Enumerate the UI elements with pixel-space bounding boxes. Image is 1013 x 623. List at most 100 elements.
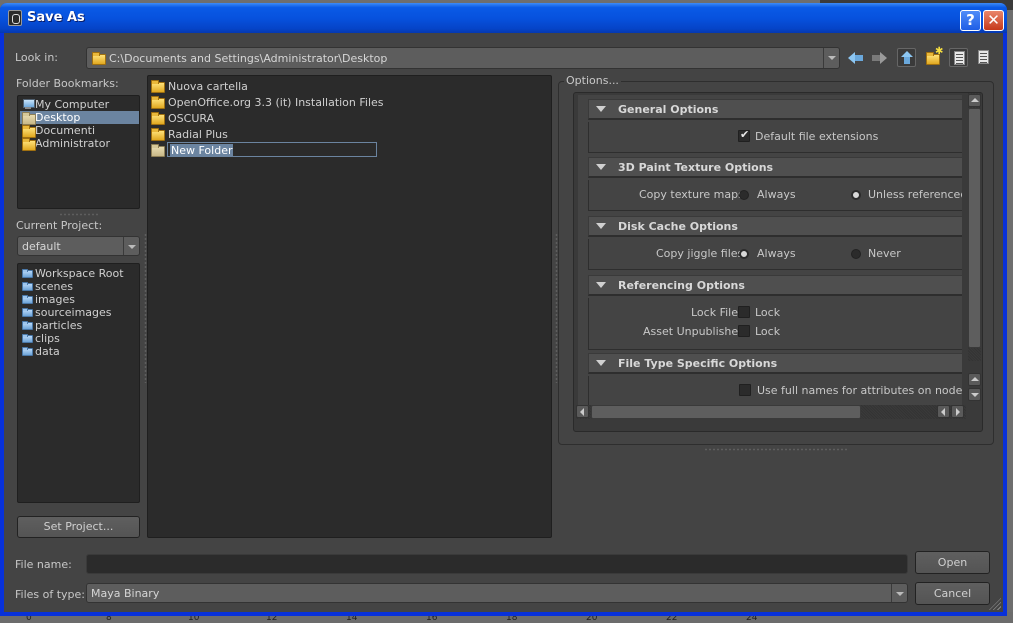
bookmark-item[interactable]: Desktop — [20, 111, 139, 125]
scroll-left-icon[interactable] — [937, 405, 950, 418]
folder-icon — [22, 138, 36, 151]
asset-unpublished-checkbox[interactable] — [738, 325, 750, 337]
bookmark-item[interactable]: Administrator — [20, 137, 137, 151]
options-scroll-area: General Options Default file extensions … — [573, 92, 983, 432]
bookmarks-list[interactable]: My Computer Desktop Documenti Administra… — [17, 95, 140, 209]
project-folder-item[interactable]: images — [20, 293, 75, 306]
copy-jiggle-never-radio[interactable] — [851, 249, 861, 259]
collapse-triangle-icon[interactable] — [596, 106, 606, 112]
folder-icon — [151, 96, 165, 109]
default-extensions-checkbox[interactable] — [738, 128, 750, 142]
disk-cache-body: Copy jiggle files: Always Never — [588, 239, 962, 270]
project-folder-item[interactable]: scenes — [20, 280, 73, 293]
scroll-down-icon[interactable] — [968, 388, 981, 401]
file-item[interactable]: OpenOffice.org 3.3 (it) Installation Fil… — [151, 95, 384, 110]
splitter-handle[interactable] — [59, 213, 99, 216]
title-bar[interactable]: Save As ? ✕ — [0, 3, 1007, 33]
project-dropdown[interactable]: default — [17, 236, 140, 256]
scrollbar-thumb[interactable] — [591, 405, 861, 419]
copy-texture-always-radio[interactable] — [739, 190, 749, 200]
open-button[interactable]: Open — [915, 551, 990, 574]
default-extensions-label: Default file extensions — [755, 130, 879, 143]
collapse-triangle-icon[interactable] — [596, 164, 606, 170]
folder-icon — [151, 80, 165, 93]
rename-field[interactable]: New Folder — [167, 142, 377, 157]
folder-bookmarks-label: Folder Bookmarks: — [16, 77, 119, 90]
options-content: General Options Default file extensions … — [578, 95, 962, 417]
scrollbar-thumb[interactable] — [968, 108, 981, 348]
new-folder-icon[interactable]: ✱ — [926, 47, 944, 68]
bookmark-item[interactable]: Documenti — [20, 124, 137, 138]
files-of-type-value: Maya Binary — [91, 587, 160, 600]
look-in-label: Look in: — [15, 51, 58, 64]
project-value: default — [22, 240, 61, 253]
files-of-type-dropdown[interactable]: Maya Binary — [86, 583, 908, 603]
project-folder-item[interactable]: Workspace Root — [20, 267, 124, 280]
file-item[interactable]: Radial Plus — [151, 127, 228, 142]
splitter-handle[interactable] — [704, 448, 849, 451]
collapse-triangle-icon[interactable] — [596, 223, 606, 229]
back-arrow-icon[interactable] — [848, 50, 866, 66]
file-name-input[interactable] — [86, 554, 908, 574]
section-3d-paint-texture-options[interactable]: 3D Paint Texture Options — [588, 157, 962, 178]
folder-icon — [22, 321, 33, 330]
look-in-dropdown[interactable]: C:\Documents and Settings\Administrator\… — [86, 47, 840, 69]
chevron-down-icon[interactable] — [891, 584, 907, 602]
always-label: Always — [757, 247, 796, 260]
section-referencing-options[interactable]: Referencing Options — [588, 275, 962, 296]
scroll-up-icon[interactable] — [968, 94, 981, 107]
copy-texture-unless-referenced-radio[interactable] — [851, 190, 861, 200]
folder-icon — [22, 295, 33, 304]
up-folder-icon[interactable] — [897, 48, 916, 67]
chevron-down-icon[interactable] — [123, 237, 139, 255]
section-disk-cache-options[interactable]: Disk Cache Options — [588, 216, 962, 237]
options-vertical-scrollbar[interactable] — [968, 93, 981, 361]
close-button[interactable]: ✕ — [983, 10, 1004, 31]
scroll-up-icon[interactable] — [968, 373, 981, 386]
project-folder-item[interactable]: sourceimages — [20, 306, 112, 319]
collapse-triangle-icon[interactable] — [596, 282, 606, 288]
cancel-button[interactable]: Cancel — [915, 582, 990, 605]
look-in-path: C:\Documents and Settings\Administrator\… — [109, 52, 388, 65]
copy-texture-maps-label: Copy texture maps: — [639, 188, 748, 201]
forward-arrow-icon[interactable] — [872, 50, 890, 66]
section-file-type-specific-options[interactable]: File Type Specific Options — [588, 353, 962, 374]
project-folder-list[interactable]: Workspace Root scenes images sourceimage… — [17, 263, 140, 503]
lock-file-checkbox[interactable] — [738, 306, 750, 318]
dialog-body: Look in: C:\Documents and Settings\Admin… — [4, 33, 1003, 612]
files-of-type-label: Files of type: — [15, 588, 86, 601]
sparkle-icon: ✱ — [935, 46, 944, 57]
resize-grip-icon[interactable] — [989, 598, 1001, 610]
project-folder-item[interactable]: data — [20, 345, 60, 358]
current-project-label: Current Project: — [16, 219, 103, 232]
bookmark-item[interactable]: My Computer — [20, 98, 137, 111]
scroll-left-icon[interactable] — [576, 405, 589, 418]
scroll-right-icon[interactable] — [951, 405, 964, 418]
folder-icon — [92, 52, 106, 65]
detail-view-icon[interactable] — [974, 48, 993, 67]
always-label: Always — [757, 188, 796, 201]
folder-icon — [22, 269, 33, 278]
collapse-triangle-icon[interactable] — [596, 360, 606, 366]
unless-referenced-label: Unless referenced — [868, 188, 962, 201]
copy-jiggle-always-radio[interactable] — [739, 249, 749, 259]
copy-jiggle-files-label: Copy jiggle files: — [656, 247, 747, 260]
maya-app-icon — [8, 10, 22, 26]
set-project-button[interactable]: Set Project... — [17, 516, 140, 538]
file-item[interactable]: OSCURA — [151, 111, 214, 126]
folder-icon — [151, 112, 165, 125]
folder-icon — [22, 334, 33, 343]
file-list[interactable]: Nuova cartella OpenOffice.org 3.3 (it) I… — [147, 75, 552, 538]
lock-label: Lock — [755, 306, 781, 319]
help-button[interactable]: ? — [960, 10, 981, 31]
use-full-names-checkbox[interactable] — [739, 384, 751, 396]
list-view-icon[interactable] — [949, 48, 968, 67]
project-folder-item[interactable]: clips — [20, 332, 60, 345]
options-horizontal-scrollbar[interactable] — [576, 405, 966, 419]
file-item[interactable]: Nuova cartella — [151, 79, 248, 94]
section-general-options[interactable]: General Options — [588, 99, 962, 120]
project-folder-item[interactable]: particles — [20, 319, 82, 332]
3d-paint-body: Copy texture maps: Always Unless referen… — [588, 180, 962, 211]
lock-label: Lock — [755, 325, 781, 338]
chevron-down-icon[interactable] — [823, 48, 839, 68]
